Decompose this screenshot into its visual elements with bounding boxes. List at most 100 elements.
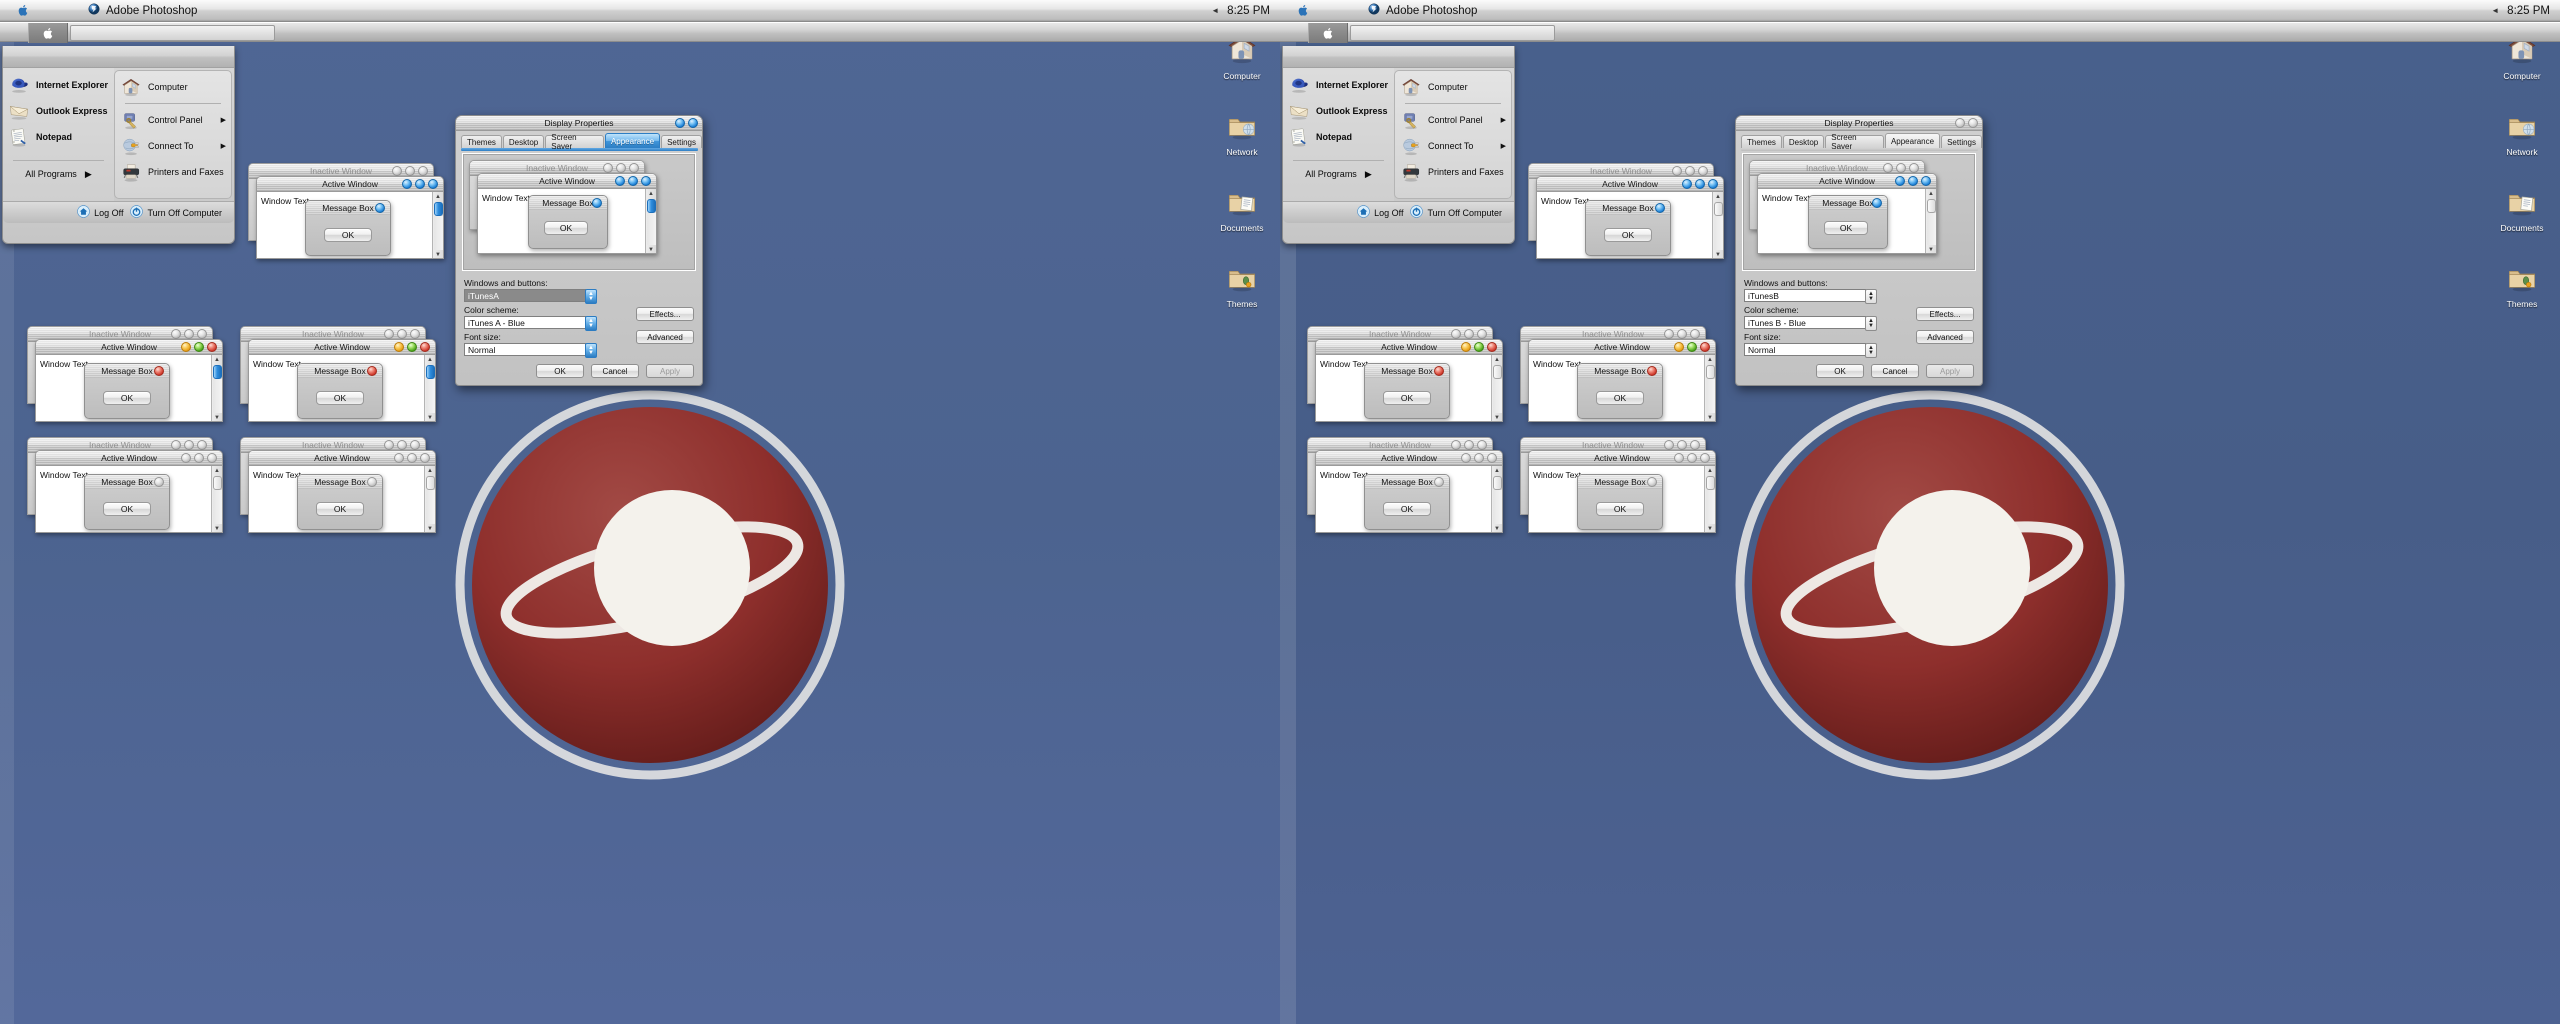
window-control-grey[interactable] (384, 440, 394, 450)
window-control-blue[interactable] (688, 118, 698, 128)
vertical-scrollbar[interactable]: ▲ ▼ (1712, 192, 1724, 258)
message-box[interactable]: Message Box OK (84, 363, 170, 419)
active-titlebar[interactable]: Active Window (1537, 177, 1723, 192)
active-window[interactable]: Active Window Window Text Message Box OK… (1528, 339, 1716, 422)
scrollbar-thumb[interactable] (1713, 202, 1723, 216)
apple-icon[interactable] (1280, 4, 1326, 17)
display-properties-dialog[interactable]: Display Properties Themes Desktop Screen S… (455, 115, 703, 386)
preview-active-window[interactable]: Active Window Window Text Message Box OK… (1757, 173, 1937, 254)
preview-scrollbar-thumb[interactable] (1926, 199, 1936, 213)
vertical-scrollbar[interactable]: ▲ ▼ (1491, 355, 1503, 421)
scroll-up-arrow-icon[interactable]: ▲ (1713, 192, 1724, 201)
active-titlebar[interactable]: Active Window (36, 340, 222, 355)
active-window[interactable]: Active Window Window Text Message Box OK… (1528, 450, 1716, 533)
window-control-grey[interactable] (394, 453, 404, 463)
message-box-ok-button[interactable]: OK (1596, 391, 1644, 405)
combo-color-scheme[interactable]: iTunes A - Blue ▲ ▼ (464, 316, 597, 331)
tab-settings[interactable]: Settings (661, 135, 702, 148)
window-control-grey[interactable] (1687, 453, 1697, 463)
window-control-grey[interactable] (418, 166, 428, 176)
scroll-down-arrow-icon[interactable]: ▼ (212, 524, 223, 532)
window-control-red[interactable] (207, 342, 217, 352)
scroll-up-arrow-icon[interactable]: ▲ (212, 355, 223, 364)
scroll-down-arrow-icon[interactable]: ▼ (1713, 250, 1724, 258)
message-box-ok-button[interactable]: OK (103, 502, 151, 516)
window-control-grey[interactable] (1487, 453, 1497, 463)
display-properties-dialog[interactable]: Display Properties Themes Desktop Screen S… (1735, 115, 1983, 386)
window-control-grey[interactable] (1677, 440, 1687, 450)
vertical-scrollbar[interactable]: ▲ ▼ (211, 355, 223, 421)
window-control-blue[interactable] (1695, 179, 1705, 189)
message-box-close-button[interactable] (1434, 366, 1444, 376)
combo-windows-and-buttons[interactable]: iTunesA ▲ ▼ (464, 289, 597, 304)
window-control-grey[interactable] (1690, 329, 1700, 339)
message-box-ok-button[interactable]: OK (103, 391, 151, 405)
window-control-grey[interactable] (407, 453, 417, 463)
scrollbar-thumb[interactable] (212, 476, 222, 490)
window-control-blue[interactable] (1682, 179, 1692, 189)
preview-scroll-down-arrow-icon[interactable]: ▼ (646, 245, 657, 253)
dialog-titlebar[interactable]: Display Properties (456, 116, 702, 131)
startmenu-item-printers-and-faxes[interactable]: Printers and Faxes (1395, 159, 1511, 185)
window-control-grey[interactable] (1700, 453, 1710, 463)
preview-message-box[interactable]: Message Box OK (1808, 195, 1888, 249)
message-box[interactable]: Message Box OK (1577, 363, 1663, 419)
tab-themes[interactable]: Themes (1741, 135, 1782, 148)
startmenu-item-computer[interactable]: Computer (1395, 74, 1511, 100)
window-control-amber[interactable] (181, 342, 191, 352)
scrollbar-track[interactable] (425, 379, 435, 413)
window-control-grey[interactable] (1451, 440, 1461, 450)
scroll-up-arrow-icon[interactable]: ▲ (425, 466, 436, 475)
vertical-scrollbar[interactable]: ▲ ▼ (211, 466, 223, 532)
window-control-blue[interactable] (415, 179, 425, 189)
window-control-amber[interactable] (1461, 342, 1471, 352)
tab-desktop[interactable]: Desktop (1782, 135, 1825, 148)
window-control-grey[interactable] (392, 166, 402, 176)
scroll-down-arrow-icon[interactable]: ▼ (1705, 524, 1716, 532)
message-box-ok-button[interactable]: OK (1383, 391, 1431, 405)
combo-color-scheme[interactable]: iTunes B - Blue ▲ ▼ (1744, 316, 1877, 331)
scroll-down-arrow-icon[interactable]: ▼ (1492, 524, 1503, 532)
vertical-scrollbar[interactable]: ▲ ▼ (432, 192, 443, 258)
preview-vertical-scrollbar[interactable]: ▲ ▼ (645, 189, 657, 253)
effects-button[interactable]: Effects... (636, 307, 694, 321)
active-titlebar[interactable]: Active Window (1529, 340, 1715, 355)
window-control-grey[interactable] (410, 440, 420, 450)
scrollbar-thumb[interactable] (425, 476, 435, 490)
window-control-grey[interactable] (1677, 329, 1687, 339)
message-box-ok-button[interactable]: OK (316, 391, 364, 405)
tab-screen-saver[interactable]: Screen Saver (545, 133, 604, 151)
message-box[interactable]: Message Box OK (1364, 363, 1450, 419)
window-control-blue[interactable] (1895, 176, 1905, 186)
combo-spinner-icon[interactable]: ▲ ▼ (585, 316, 597, 331)
window-control-grey[interactable] (405, 166, 415, 176)
window-control-green[interactable] (1474, 342, 1484, 352)
window-control-grey[interactable] (1685, 166, 1695, 176)
all-programs-item[interactable]: All Programs ▶ (1283, 164, 1394, 184)
tab-appearance[interactable]: Appearance (1884, 133, 1941, 148)
window-control-grey[interactable] (1477, 329, 1487, 339)
vertical-scrollbar[interactable]: ▲ ▼ (1704, 466, 1716, 532)
scroll-down-arrow-icon[interactable]: ▼ (1492, 413, 1503, 421)
window-control-grey[interactable] (1698, 166, 1708, 176)
window-control-grey[interactable] (171, 329, 181, 339)
taskbar[interactable] (1280, 22, 2560, 43)
active-window[interactable]: Active Window Window Text Message Box OK… (248, 339, 436, 422)
cancel-button[interactable]: Cancel (591, 364, 639, 378)
message-box[interactable]: Message Box OK (1585, 200, 1671, 256)
turn-off-computer-button[interactable]: Turn Off Computer (130, 205, 222, 220)
active-titlebar[interactable]: Active Window (1316, 340, 1502, 355)
window-control-grey[interactable] (603, 163, 613, 173)
message-box[interactable]: Message Box OK (84, 474, 170, 530)
scrollbar-track[interactable] (1713, 216, 1723, 250)
message-box-ok-button[interactable]: OK (1383, 502, 1431, 516)
scroll-up-arrow-icon[interactable]: ▲ (212, 466, 223, 475)
message-box[interactable]: Message Box OK (1364, 474, 1450, 530)
window-control-grey[interactable] (420, 453, 430, 463)
preview-scrollbar-thumb[interactable] (646, 199, 656, 213)
window-control-grey[interactable] (197, 329, 207, 339)
scroll-up-arrow-icon[interactable]: ▲ (1705, 466, 1716, 475)
window-control-grey[interactable] (1474, 453, 1484, 463)
window-control-green[interactable] (194, 342, 204, 352)
preview-scrollbar-track[interactable] (646, 213, 656, 245)
